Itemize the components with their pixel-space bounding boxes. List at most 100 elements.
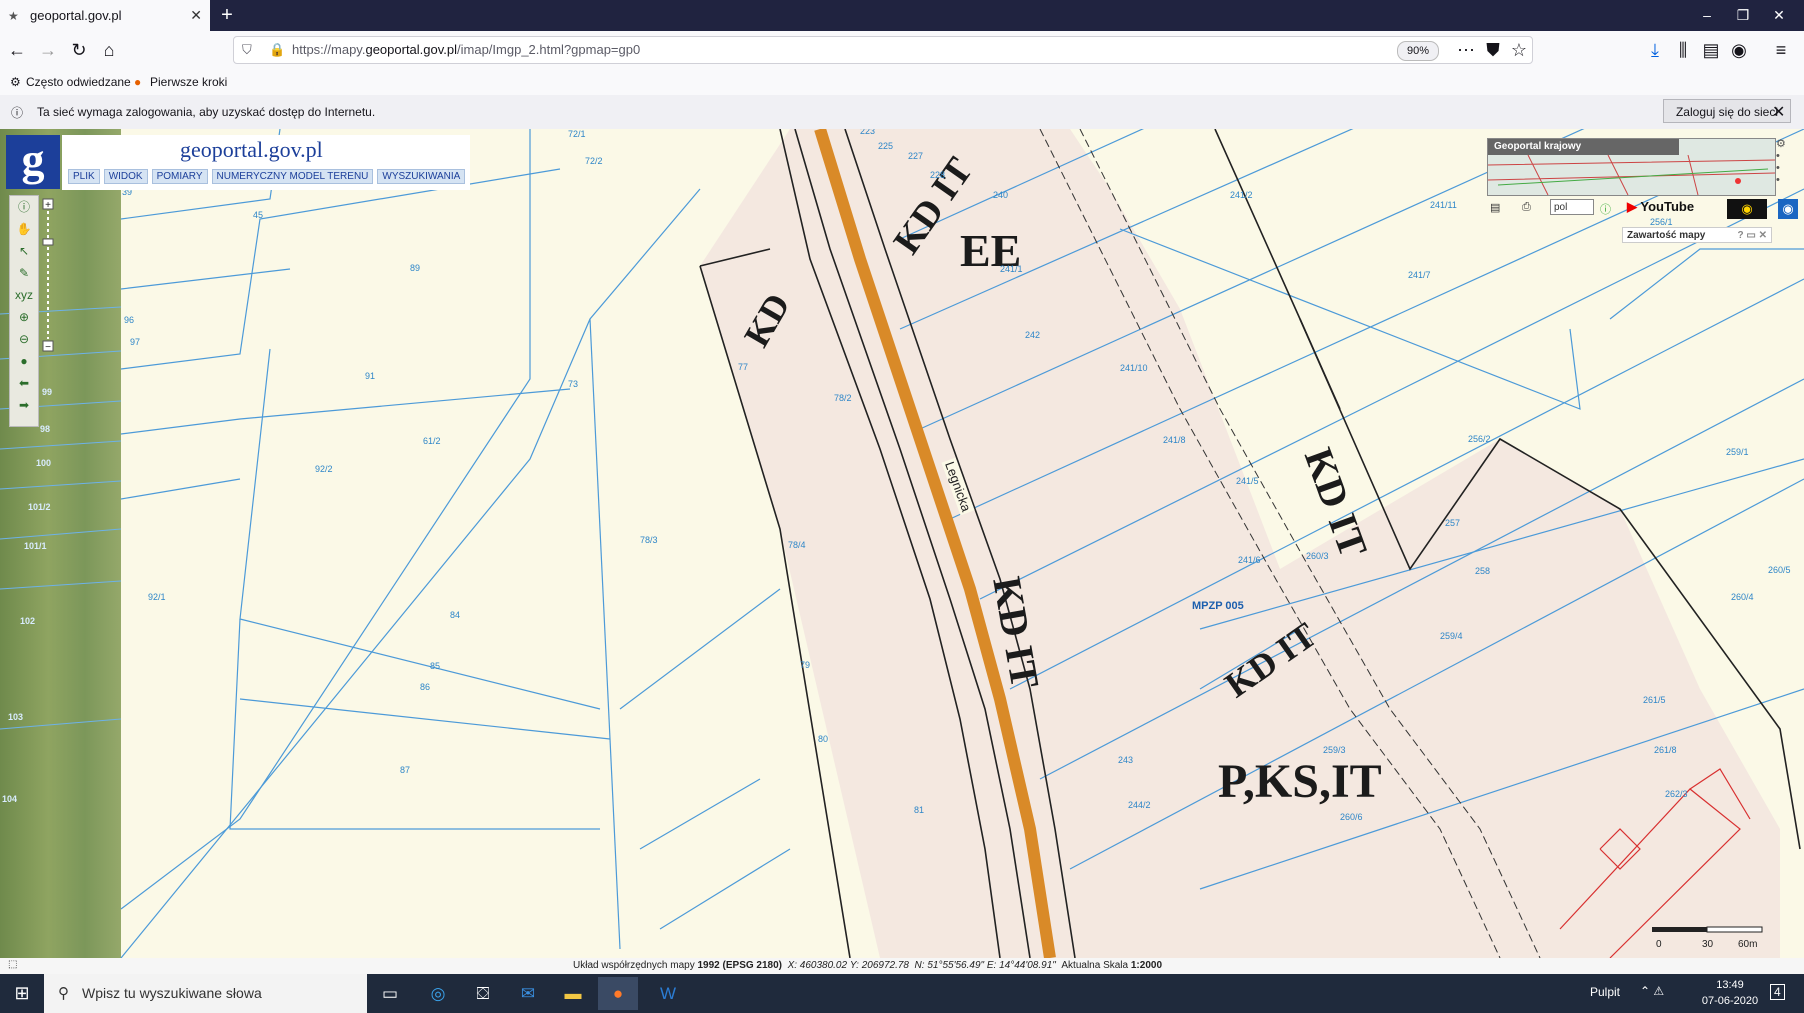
url-path: /imap/Imgp_2.html?gpmap=gp0 xyxy=(457,42,641,57)
resize-icon[interactable]: ⬚ xyxy=(8,959,17,970)
dot-icon[interactable]: • xyxy=(1776,162,1798,174)
previous-view-icon[interactable]: ⬅ xyxy=(10,372,38,394)
parcel-label: 225 xyxy=(878,141,894,151)
forward-icon[interactable]: → xyxy=(37,39,59,61)
parcel-label: 243 xyxy=(1118,755,1134,765)
select-arrow-icon[interactable]: ↖ xyxy=(10,240,38,262)
next-view-icon[interactable]: ➡ xyxy=(10,394,38,416)
parcel-label: 241/5 xyxy=(1236,476,1259,486)
download-icon[interactable]: ⤓ xyxy=(1644,39,1666,61)
parcel-label: 228 xyxy=(930,170,946,180)
parcel-label: 260/6 xyxy=(1340,812,1363,822)
more-actions-icon[interactable]: ⋯ xyxy=(1455,39,1477,61)
close-notification-icon[interactable]: ✕ xyxy=(1772,102,1785,122)
menu-nmt[interactable]: NUMERYCZNY MODEL TERENU xyxy=(211,169,374,184)
bookmark-frequent[interactable]: Często odwiedzane xyxy=(26,75,131,89)
search-placeholder: Wpisz tu wyszukiwane słowa xyxy=(82,985,262,1001)
dot-icon[interactable]: • xyxy=(1776,174,1798,186)
eye-icon[interactable]: ◉ xyxy=(1727,199,1767,219)
svg-text:+: + xyxy=(45,200,51,211)
shield-icon[interactable]: ⛉ xyxy=(242,37,252,63)
crs: 1992 (EPSG 2180) xyxy=(697,960,783,971)
new-tab-button[interactable]: + xyxy=(216,4,238,26)
page-icon: ★ xyxy=(8,8,19,23)
menu-icon[interactable]: ≡ xyxy=(1770,39,1792,61)
map-canvas[interactable]: EE KD IT KD KD IT KD IT P,KS,IT KD IT Le… xyxy=(0,129,1804,958)
menu-pomiary[interactable]: POMIARY xyxy=(151,169,208,184)
file-explorer-icon[interactable]: ▬ xyxy=(553,977,593,1010)
sidebar-icon[interactable]: ▤ xyxy=(1700,39,1722,61)
reload-icon[interactable]: ↻ xyxy=(68,39,90,61)
bookmark-star-icon[interactable]: ☆ xyxy=(1508,39,1530,61)
language-select[interactable]: pol xyxy=(1550,199,1594,215)
desktop-label[interactable]: Pulpit xyxy=(1590,985,1620,999)
help-icon[interactable]: ⓘ xyxy=(1600,201,1611,217)
task-view-icon[interactable]: ▭ xyxy=(370,977,410,1010)
youtube-link[interactable]: ▶ YouTube xyxy=(1627,199,1727,219)
url-bar[interactable]: ⛉ 🔒 https://mapy.geoportal.gov.pl/imap/I… xyxy=(233,36,1533,64)
layers-icon[interactable]: ▤ xyxy=(1490,201,1500,214)
zoom-indicator[interactable]: 90% xyxy=(1397,41,1439,61)
pan-hand-icon[interactable]: ✋ xyxy=(10,218,38,240)
pocket-icon[interactable]: ⛊ xyxy=(1482,39,1504,61)
clock[interactable]: 13:49 07-06-2020 xyxy=(1700,977,1760,1009)
parcel-label: 259/3 xyxy=(1323,745,1346,755)
scale-label-0: 0 xyxy=(1656,939,1662,950)
zoom-out-icon[interactable]: ⊖ xyxy=(10,328,38,350)
menu-widok[interactable]: WIDOK xyxy=(103,169,148,184)
bookmark-first-steps[interactable]: Pierwsze kroki xyxy=(150,75,227,89)
parcel-label: 257 xyxy=(1445,518,1461,528)
parcel-label: 240 xyxy=(993,190,1009,200)
close-tab-icon[interactable]: ✕ xyxy=(190,7,202,24)
parcel-label: 258 xyxy=(1475,566,1491,576)
overview-map[interactable]: Geoportal krajowy xyxy=(1487,138,1776,196)
xyz-icon[interactable]: xyz xyxy=(10,284,38,306)
taskbar-search[interactable]: ⚲ Wpisz tu wyszukiwane słowa xyxy=(44,974,367,1013)
parcel-label: 259/4 xyxy=(1440,631,1463,641)
notifications-badge[interactable]: 4 xyxy=(1770,984,1785,1000)
map-contents-title: Zawartość mapy xyxy=(1627,230,1706,241)
parcel-label: 81 xyxy=(914,805,925,815)
parcel-label: 241/11 xyxy=(1430,200,1457,210)
menu-wyszukiwania[interactable]: WYSZUKIWANIA xyxy=(377,169,466,184)
zoom-slider[interactable]: + − xyxy=(40,197,56,357)
pencil-icon[interactable]: ✎ xyxy=(10,262,38,284)
dot-icon[interactable]: • xyxy=(1776,150,1798,162)
geoportal-logo[interactable]: g xyxy=(6,135,60,189)
settings-icon[interactable]: ⚙ xyxy=(1776,137,1798,150)
parcel-label: 92/2 xyxy=(315,464,333,474)
overview-title: Geoportal krajowy xyxy=(1488,139,1679,155)
firefox-taskbar-icon[interactable]: ● xyxy=(598,977,638,1010)
home-icon[interactable]: ⌂ xyxy=(98,39,120,61)
visibility-icon[interactable]: ◉ xyxy=(1778,199,1798,219)
parcel-label: 241/10 xyxy=(1120,363,1148,373)
geoportal-menu: PLIK WIDOK POMIARY NUMERYCZNY MODEL TERE… xyxy=(68,169,466,184)
parcel-label: 104 xyxy=(2,794,18,804)
tray-icons[interactable]: ⌃ ⚠ xyxy=(1640,984,1664,998)
close-window-button[interactable]: ✕ xyxy=(1756,0,1802,31)
zoom-in-icon[interactable]: ⊕ xyxy=(10,306,38,328)
menu-plik[interactable]: PLIK xyxy=(68,169,100,184)
parcel-label: 96 xyxy=(124,315,135,325)
lock-icon[interactable]: 🔒 xyxy=(269,37,285,63)
map-contents-panel[interactable]: Zawartość mapy ? ▭ ✕ xyxy=(1622,227,1772,243)
globe-icon[interactable]: ● xyxy=(10,350,38,372)
info-icon[interactable]: ⓘ xyxy=(10,196,38,218)
edge-icon[interactable]: ◎ xyxy=(418,977,458,1010)
parcel-label: 85 xyxy=(430,661,441,671)
parcel-label: 98 xyxy=(40,424,51,434)
store-icon[interactable]: ⛋ xyxy=(463,977,503,1010)
parcel-label: 97 xyxy=(130,337,141,347)
windows-start-button[interactable]: ⊞ xyxy=(0,974,44,1013)
back-icon[interactable]: ← xyxy=(6,39,28,61)
print-icon[interactable]: ⎙ xyxy=(1522,201,1531,214)
coordinates-text: Układ współrzędnych mapy 1992 (EPSG 2180… xyxy=(573,960,1162,971)
parcel-label: 102 xyxy=(20,616,36,626)
mail-icon[interactable]: ✉ xyxy=(508,977,548,1010)
tab-geoportal[interactable]: ★ geoportal.gov.pl ✕ xyxy=(0,0,210,31)
account-icon[interactable]: ◉ xyxy=(1728,39,1750,61)
word-icon[interactable]: W xyxy=(648,977,688,1010)
parcel-label: 241/6 xyxy=(1238,555,1261,565)
panel-controls-icon[interactable]: ? ▭ ✕ xyxy=(1738,228,1768,244)
library-icon[interactable]: ⫼ xyxy=(1672,39,1694,61)
